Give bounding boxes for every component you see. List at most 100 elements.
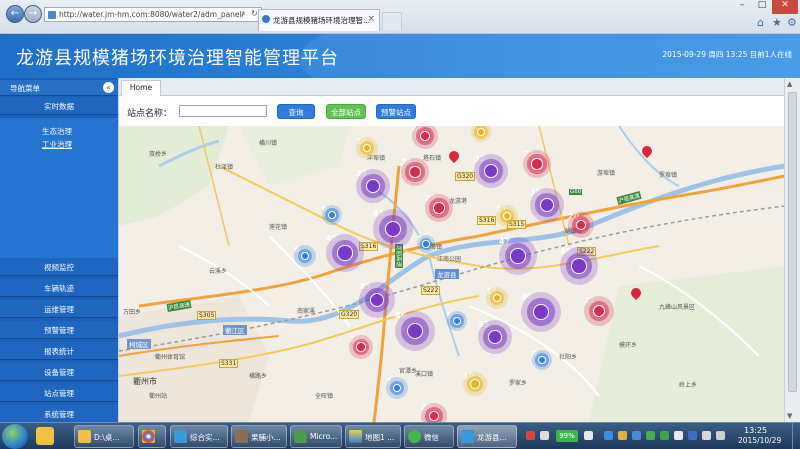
map-label: 南家溪 bbox=[297, 308, 316, 315]
clock-date[interactable]: 2015/10/29 bbox=[738, 436, 781, 445]
sidebar-item-realtime[interactable]: 实时数据 bbox=[0, 97, 118, 115]
back-button[interactable]: ← bbox=[6, 5, 24, 23]
map-cluster[interactable]: 20 bbox=[568, 212, 594, 238]
search-icon[interactable]: ⌕ bbox=[241, 9, 245, 19]
home-icon[interactable]: ⌂ bbox=[757, 16, 764, 29]
map-label: 双桥乡 bbox=[149, 151, 168, 158]
tray-icon[interactable] bbox=[526, 431, 535, 440]
gear-icon[interactable]: ⚙ bbox=[787, 16, 797, 29]
browser-tab-active[interactable]: 龙游县规模猪场环境治理智... × bbox=[258, 9, 380, 31]
map-cluster[interactable]: 6 bbox=[294, 245, 316, 267]
maximize-button[interactable]: □ bbox=[752, 0, 772, 14]
sidebar-item-devices[interactable]: 设备管理 bbox=[0, 363, 118, 381]
map-cluster[interactable]: 22 bbox=[425, 194, 453, 222]
sidebar-item-industry[interactable]: 工业治理 bbox=[42, 139, 72, 150]
map-cluster[interactable]: 36 bbox=[401, 158, 429, 186]
taskbar-item[interactable]: D:\桌... bbox=[74, 425, 134, 448]
map-cluster[interactable]: 32 bbox=[474, 154, 508, 188]
map-cluster[interactable]: 9 bbox=[322, 205, 342, 225]
tray-icon[interactable] bbox=[646, 431, 655, 440]
map-cluster[interactable]: 21 bbox=[349, 335, 373, 359]
tray-icon[interactable] bbox=[660, 431, 669, 440]
sidebar-item-maintenance[interactable]: 运维管理 bbox=[0, 300, 118, 318]
favorites-icon[interactable]: ★ bbox=[772, 16, 782, 29]
tray-icon[interactable] bbox=[604, 431, 613, 440]
minimize-button[interactable]: – bbox=[732, 0, 752, 14]
sidebar-item-sites[interactable]: 站点管理 bbox=[0, 384, 118, 402]
map-cluster[interactable]: 36 bbox=[530, 188, 564, 222]
map-cluster[interactable]: 19 bbox=[463, 372, 487, 396]
scroll-thumb[interactable] bbox=[788, 92, 797, 392]
map-view[interactable]: 双桥乡 杜泽镇 横川镇 莲花镇 云溪乡 南家溪 万田乡 衢江区 柯城区 衢州市 … bbox=[119, 126, 785, 422]
map-cluster[interactable]: 48 bbox=[560, 247, 598, 285]
map-cluster[interactable]: 22 bbox=[523, 150, 551, 178]
map-cluster[interactable]: 26 bbox=[412, 126, 438, 149]
clock-time[interactable]: 13:25 bbox=[744, 426, 767, 435]
close-button[interactable]: ✕ bbox=[772, 0, 798, 14]
map-cluster[interactable]: 22 bbox=[584, 296, 614, 326]
map-cluster[interactable]: 33 bbox=[359, 282, 395, 318]
site-name-input[interactable] bbox=[179, 105, 267, 117]
map-cluster[interactable]: 46 bbox=[395, 311, 435, 351]
close-icon[interactable]: × bbox=[367, 14, 375, 24]
map-cluster[interactable]: 15 bbox=[471, 126, 491, 142]
query-button[interactable]: 查询 bbox=[277, 104, 315, 119]
volume-icon[interactable] bbox=[716, 431, 725, 440]
scroll-up-icon[interactable]: ▲ bbox=[787, 80, 792, 88]
tray-icon[interactable] bbox=[618, 431, 627, 440]
tray-icon[interactable] bbox=[584, 431, 593, 440]
collapse-icon[interactable]: « bbox=[103, 82, 114, 93]
network-icon[interactable] bbox=[674, 431, 683, 440]
explorer-icon[interactable] bbox=[36, 427, 54, 445]
flag-icon[interactable] bbox=[702, 431, 711, 440]
taskbar-item[interactable]: 微信 bbox=[404, 425, 454, 448]
keyboard-icon[interactable] bbox=[540, 431, 549, 440]
map-cluster[interactable]: 30 bbox=[521, 292, 561, 332]
forward-button[interactable]: → bbox=[24, 5, 42, 23]
sidebar-item-vehicle[interactable]: 车辆轨迹 bbox=[0, 279, 118, 297]
start-button[interactable] bbox=[2, 424, 28, 449]
taskbar-item[interactable]: Micro... bbox=[290, 425, 342, 448]
scroll-down-icon[interactable]: ▼ bbox=[787, 412, 792, 420]
sidebar-item-alert[interactable]: 预警管理 bbox=[0, 321, 118, 339]
map-cluster[interactable]: 20 bbox=[421, 403, 447, 422]
map-cluster[interactable]: 7 bbox=[417, 235, 435, 253]
taskbar-item[interactable]: 综合实... bbox=[170, 425, 228, 448]
map-cluster[interactable]: 48 bbox=[326, 234, 364, 272]
map-cluster[interactable]: 5 bbox=[447, 311, 467, 331]
folder-icon bbox=[78, 430, 91, 443]
vertical-scrollbar[interactable]: ▲ ▼ bbox=[784, 78, 800, 422]
sidebar-item-reports[interactable]: 报表统计 bbox=[0, 342, 118, 360]
sidebar-item-system[interactable]: 系统管理 bbox=[0, 405, 118, 423]
all-sites-button[interactable]: 全部站点 bbox=[326, 104, 366, 119]
map-cluster[interactable]: 11 bbox=[496, 205, 518, 227]
new-tab-button[interactable] bbox=[382, 12, 402, 30]
map-cluster[interactable]: 33 bbox=[478, 320, 512, 354]
address-bar[interactable]: http://water.jm-hm.com:8080/water2/adm_p… bbox=[44, 7, 262, 22]
taskbar-item-active[interactable]: 龙游县... bbox=[457, 425, 517, 448]
map-cluster[interactable]: 47 bbox=[499, 237, 537, 275]
map-cluster[interactable]: 81 bbox=[373, 209, 413, 249]
tab-home[interactable]: Home bbox=[121, 80, 161, 96]
map-cluster[interactable]: 38 bbox=[356, 169, 390, 203]
refresh-icon[interactable]: ↻ bbox=[251, 9, 258, 18]
sidebar-title: 导航菜单 bbox=[10, 84, 40, 93]
sidebar-item-video[interactable]: 视频监控 bbox=[0, 258, 118, 276]
taskbar-item[interactable]: 果脯小... bbox=[231, 425, 287, 448]
map-label: 罗埠镇 bbox=[659, 172, 678, 179]
taskbar-item-label: 地图1 ... bbox=[365, 433, 395, 442]
tray-icon[interactable] bbox=[632, 431, 641, 440]
map-cluster[interactable]: 3 bbox=[386, 377, 408, 399]
map-label: 岭上乡 bbox=[679, 382, 698, 389]
show-desktop-button[interactable] bbox=[792, 423, 800, 449]
alert-sites-button[interactable]: 预警站点 bbox=[376, 104, 416, 119]
map-cluster[interactable]: 11 bbox=[486, 287, 508, 309]
tray-icon[interactable] bbox=[688, 431, 697, 440]
cluster-core bbox=[510, 248, 526, 264]
map-cluster[interactable]: 3 bbox=[532, 350, 552, 370]
battery-indicator[interactable]: 99% bbox=[556, 430, 578, 442]
taskbar-item[interactable] bbox=[138, 425, 166, 448]
map-cluster[interactable]: 16 bbox=[356, 137, 378, 159]
taskbar-item[interactable]: 地图1 ... bbox=[345, 425, 401, 448]
sidebar-item-ecology[interactable]: 生态治理 bbox=[42, 126, 72, 137]
